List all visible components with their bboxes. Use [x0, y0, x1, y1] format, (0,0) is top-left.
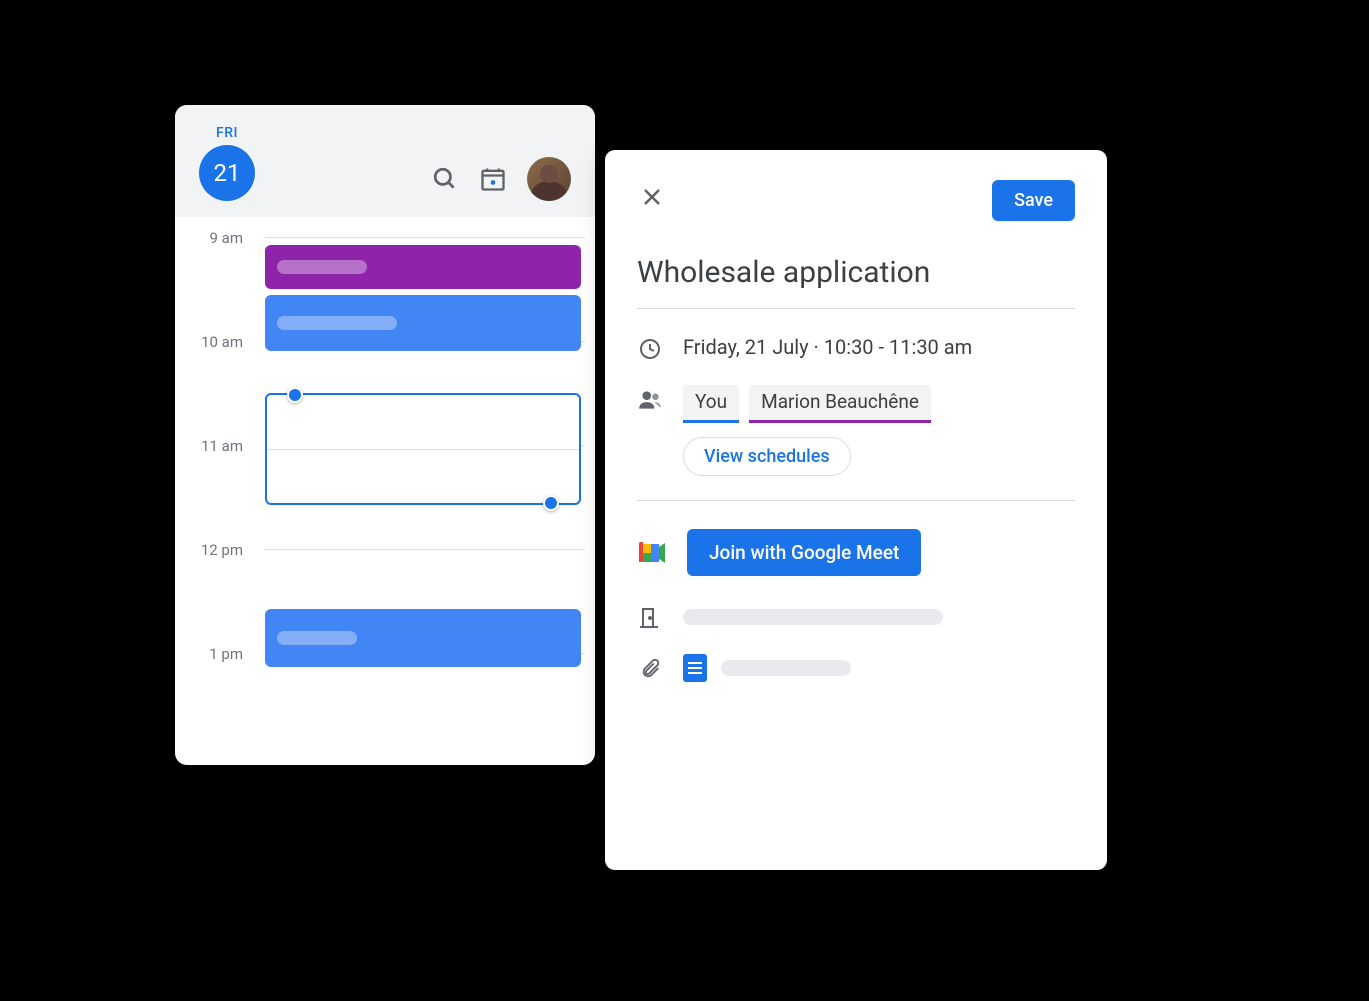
close-icon[interactable]: [637, 185, 667, 216]
calendar-event[interactable]: [265, 245, 581, 289]
view-schedules-button[interactable]: View schedules: [683, 437, 851, 476]
day-of-week-label: FRI: [216, 125, 238, 141]
selection-handle-start[interactable]: [287, 387, 303, 403]
events-layer: [265, 237, 581, 765]
search-icon[interactable]: [431, 165, 459, 193]
time-selection[interactable]: [265, 393, 581, 505]
event-editor-panel: Save Wholesale application Friday, 21 Ju…: [605, 150, 1107, 870]
join-google-meet-button[interactable]: Join with Google Meet: [687, 529, 921, 576]
redacted-title: [277, 260, 367, 274]
redacted-title: [277, 316, 397, 330]
google-meet-icon: [637, 540, 667, 566]
date-number: 21: [199, 145, 255, 201]
hour-label: 11 am: [175, 437, 259, 455]
selection-handle-end[interactable]: [543, 495, 559, 511]
event-title-input[interactable]: Wholesale application: [637, 255, 1075, 309]
hour-label: 12 pm: [175, 541, 259, 559]
room-icon: [637, 604, 663, 630]
location-placeholder[interactable]: [683, 609, 943, 625]
event-datetime[interactable]: Friday, 21 July · 10:30 - 11:30 am: [683, 335, 1075, 359]
google-docs-icon[interactable]: [683, 654, 707, 682]
calendar-event[interactable]: [265, 295, 581, 351]
calendar-header: FRI 21: [175, 105, 595, 217]
attendee-chips: You Marion Beauchêne: [683, 385, 1075, 423]
attachment-placeholder[interactable]: [721, 660, 851, 676]
people-icon: [637, 385, 663, 413]
header-actions: [431, 157, 571, 201]
calendar-event[interactable]: [265, 609, 581, 667]
hour-label: 9 am: [175, 229, 259, 247]
attendee-chip-you[interactable]: You: [683, 385, 739, 423]
today-icon[interactable]: [479, 165, 507, 193]
date-block[interactable]: FRI 21: [199, 125, 255, 201]
avatar[interactable]: [527, 157, 571, 201]
attachment-icon: [637, 656, 663, 680]
divider: [637, 500, 1075, 501]
clock-icon: [637, 335, 663, 361]
calendar-day-view: FRI 21 9 am 10 am 11 am 12 pm 1 pm: [175, 105, 595, 765]
save-button[interactable]: Save: [992, 180, 1075, 221]
hour-label: 10 am: [175, 333, 259, 351]
attendee-chip-guest[interactable]: Marion Beauchêne: [749, 385, 931, 423]
redacted-title: [277, 631, 357, 645]
timeline[interactable]: 9 am 10 am 11 am 12 pm 1 pm: [175, 217, 595, 765]
hour-label: 1 pm: [175, 645, 259, 663]
